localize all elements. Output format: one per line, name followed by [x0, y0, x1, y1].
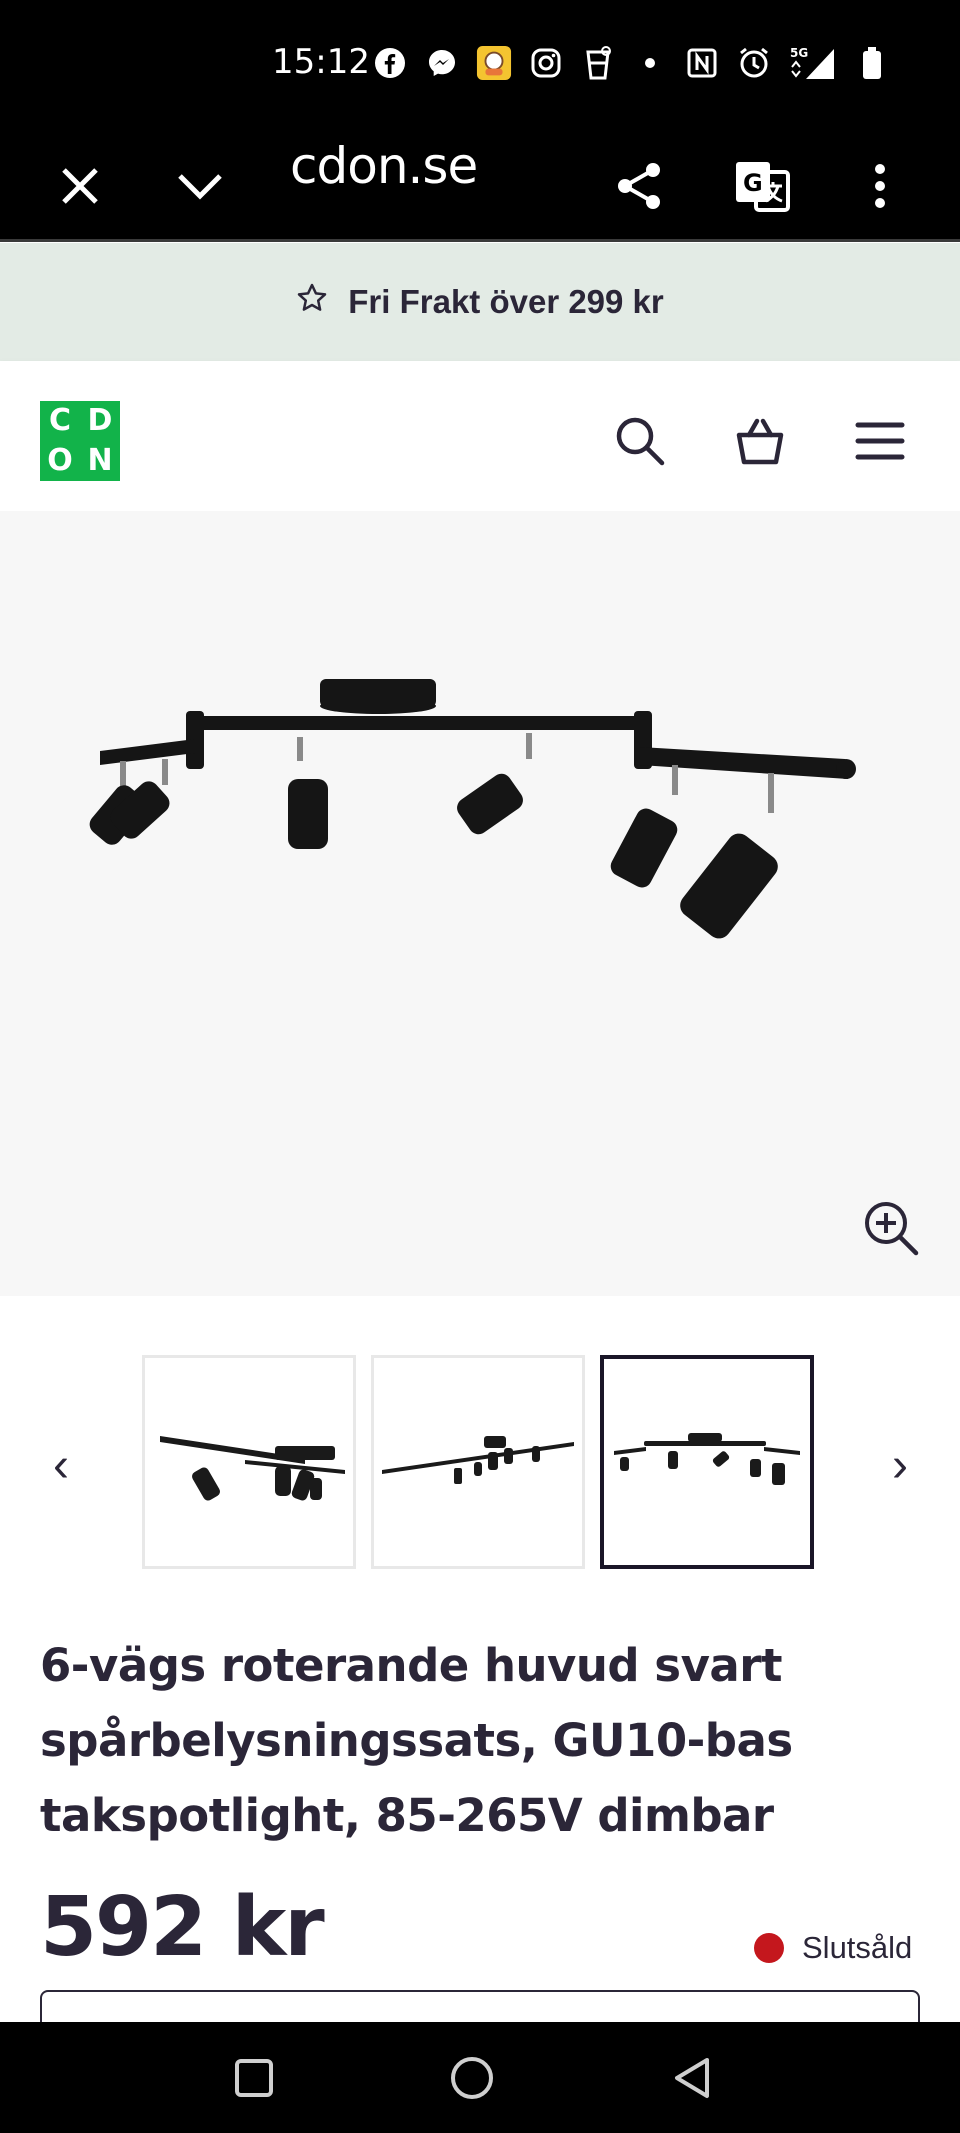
product-image[interactable]	[0, 511, 960, 1296]
thumbnail-2[interactable]	[371, 1355, 585, 1569]
glass-icon	[580, 45, 616, 81]
basket-icon[interactable]	[732, 413, 788, 469]
messenger-icon	[424, 45, 460, 81]
thumbnail-carousel: ‹ ›	[0, 1350, 960, 1580]
svg-text:5G: 5G	[790, 46, 808, 60]
battery-icon	[854, 45, 890, 81]
5g-signal-icon: 5G	[788, 45, 838, 81]
search-icon[interactable]	[612, 413, 668, 469]
logo-letter-o: O	[47, 443, 73, 478]
logo-letter-n: N	[87, 443, 113, 478]
browser-toolbar: G	[0, 130, 960, 242]
more-vert-icon[interactable]	[850, 156, 910, 216]
thumbnail-1-image	[160, 1436, 345, 1501]
stock-status-label: Slutsåld	[802, 1930, 913, 1965]
url-display[interactable]: cdon.se	[290, 137, 478, 195]
logo-letter-d: D	[87, 403, 113, 438]
carousel-prev-button[interactable]: ‹	[36, 1430, 86, 1500]
dot-icon	[632, 45, 668, 81]
chevron-down-icon[interactable]	[170, 156, 230, 216]
share-icon[interactable]	[610, 156, 670, 216]
status-time: 15:12	[272, 42, 370, 82]
star-icon	[296, 282, 328, 322]
carousel-next-button[interactable]: ›	[875, 1430, 925, 1500]
instagram-icon	[528, 45, 564, 81]
system-nav-bar	[0, 2022, 960, 2133]
cdon-logo[interactable]: C D O N	[40, 401, 120, 481]
site-header: C D O N	[0, 361, 960, 511]
thumbnail-3[interactable]	[600, 1355, 814, 1569]
recents-square-icon[interactable]	[222, 2046, 286, 2110]
alarm-icon	[736, 45, 772, 81]
track-light-illustration	[89, 679, 856, 939]
promo-banner: Fri Frakt över 299 kr	[0, 243, 960, 361]
stock-status: Slutsåld	[754, 1930, 912, 1966]
zoom-in-icon[interactable]	[862, 1199, 920, 1257]
back-triangle-icon[interactable]	[660, 2046, 724, 2110]
close-icon[interactable]	[50, 156, 110, 216]
translate-icon[interactable]: G	[732, 156, 792, 216]
stock-status-dot	[754, 1933, 784, 1963]
logo-letter-c: C	[48, 403, 72, 438]
menu-icon[interactable]	[852, 413, 908, 469]
status-icons: 5G	[372, 40, 890, 86]
app-badge-icon	[476, 45, 512, 81]
status-bar: 15:12 5G	[0, 0, 960, 130]
thumbnail-3-image	[614, 1433, 800, 1485]
nfc-icon	[684, 45, 720, 81]
product-title: 6-vägs roterande huvud svart spårbelysni…	[40, 1639, 793, 1842]
thumbnail-1[interactable]	[142, 1355, 356, 1569]
thumbnail-2-image	[382, 1436, 574, 1484]
promo-text: Fri Frakt över 299 kr	[348, 283, 664, 320]
home-circle-icon[interactable]	[440, 2046, 504, 2110]
svg-text:G: G	[743, 169, 763, 197]
facebook-icon	[372, 45, 408, 81]
product-price: 592 kr	[40, 1880, 325, 1975]
